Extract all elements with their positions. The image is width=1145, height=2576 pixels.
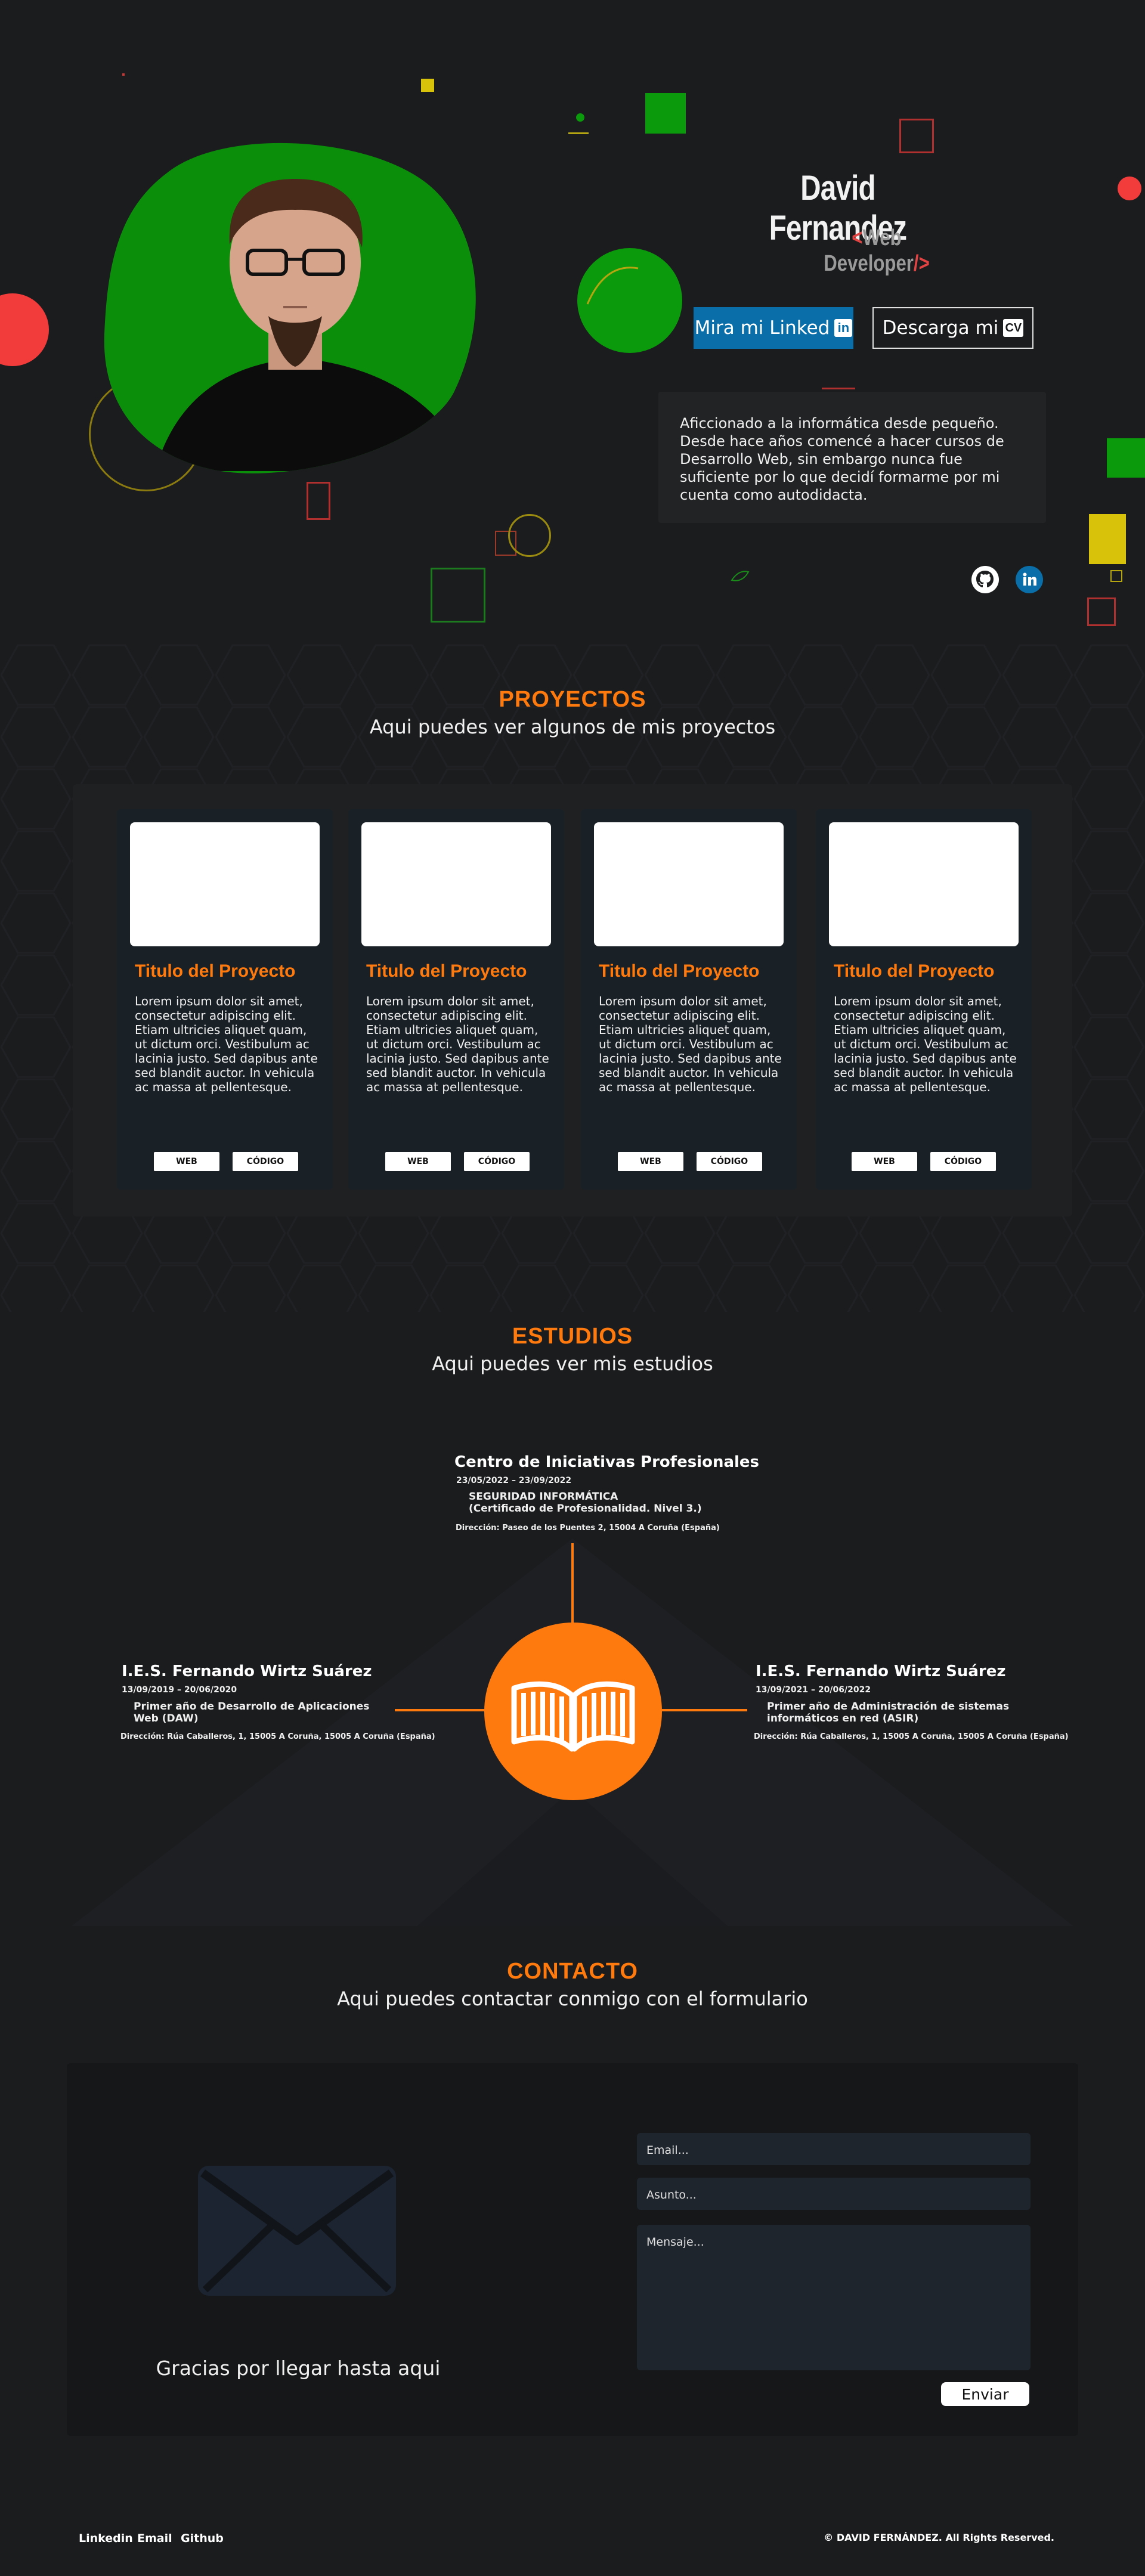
study-course-line: Primer año de Desarrollo de Aplicaciones	[134, 1701, 370, 1713]
project-description: Lorem ipsum dolor sit amet, consectetur …	[135, 994, 318, 1094]
linkedin-button-label: Mira mi Linked	[694, 317, 830, 339]
send-button[interactable]: Enviar	[941, 2382, 1029, 2406]
red-dot-decor	[1118, 177, 1141, 200]
subject-field[interactable]: Asunto...	[637, 2178, 1030, 2210]
linkedin-icon[interactable]	[1015, 565, 1044, 594]
hero-role: <Web Developer/>	[799, 225, 955, 277]
project-code-button[interactable]: CÓDIGO	[464, 1152, 530, 1171]
open-book-icon	[484, 1623, 662, 1800]
yellow-line-decor	[568, 132, 589, 134]
bio-text: Aficcionado a la informática desde peque…	[658, 392, 1046, 523]
study-course: Primer año de Desarrollo de Aplicaciones…	[134, 1701, 369, 1724]
project-description: Lorem ipsum dolor sit amet, consectetur …	[366, 994, 549, 1094]
project-web-button[interactable]: WEB	[852, 1152, 917, 1171]
red-circle-decor	[0, 293, 49, 366]
yellow-square-decor	[421, 79, 434, 92]
study-address: Dirección: Rúa Caballeros, 1, 15005 A Co…	[120, 1732, 435, 1741]
contact-subtitle: Aqui puedes contactar conmigo con el for…	[337, 1987, 808, 2010]
project-code-button[interactable]: CÓDIGO	[930, 1152, 996, 1171]
project-description: Lorem ipsum dolor sit amet, consectetur …	[599, 994, 782, 1094]
study-course: SEGURIDAD INFORMÁTICA (Certificado de Pr…	[469, 1491, 702, 1515]
project-web-button[interactable]: WEB	[385, 1152, 451, 1171]
yellow-ring-decor	[508, 514, 551, 557]
copyright: © DAVID FERNÁNDEZ. All Rights Reserved.	[824, 2532, 1054, 2543]
connector-line	[571, 1543, 574, 1624]
small-red-dot-decor	[122, 73, 125, 76]
study-date: 13/09/2021 – 20/06/2022	[756, 1685, 871, 1695]
role-text: Web Developer	[824, 225, 914, 276]
project-image	[361, 822, 551, 946]
project-code-button[interactable]: CÓDIGO	[697, 1152, 762, 1171]
connector-line	[661, 1709, 747, 1711]
footer-link-linkedin[interactable]: Linkedin	[79, 2532, 133, 2545]
green-square-decor	[645, 93, 686, 134]
project-image	[594, 822, 784, 946]
envelope-icon	[198, 2166, 396, 2296]
study-address: Dirección: Paseo de los Puentes 2, 15004…	[456, 1524, 720, 1532]
github-icon[interactable]	[971, 565, 999, 594]
red-outline-square-decor	[899, 119, 934, 153]
connector-line	[395, 1709, 485, 1711]
avatar	[104, 143, 476, 473]
project-description: Lorem ipsum dolor sit amet, consectetur …	[834, 994, 1017, 1094]
project-title: Titulo del Proyecto	[834, 961, 995, 981]
project-card: Titulo del Proyecto Lorem ipsum dolor si…	[348, 809, 564, 1190]
email-field[interactable]: Email...	[637, 2133, 1030, 2165]
download-cv-label: Descarga mi	[882, 317, 999, 339]
study-course-line: Primer año de Administración de sistemas	[767, 1701, 1010, 1713]
project-card: Titulo del Proyecto Lorem ipsum dolor si…	[816, 809, 1032, 1190]
footer-link-github[interactable]: Github	[181, 2532, 224, 2545]
project-title: Titulo del Proyecto	[135, 961, 296, 981]
yellow-outline-square-decor	[1110, 570, 1122, 582]
project-image	[829, 822, 1019, 946]
projects-subtitle: Aqui puedes ver algunos de mis proyectos	[369, 716, 776, 738]
project-title: Titulo del Proyecto	[366, 961, 527, 981]
download-cv-button[interactable]: Descarga mi CV	[872, 307, 1033, 349]
project-card: Titulo del Proyecto Lorem ipsum dolor si…	[117, 809, 333, 1190]
study-school: I.E.S. Fernando Wirtz Suárez	[756, 1662, 1006, 1680]
project-code-button[interactable]: CÓDIGO	[233, 1152, 298, 1171]
projects-title: PROYECTOS	[499, 687, 646, 712]
project-web-button[interactable]: WEB	[618, 1152, 683, 1171]
green-square-decor	[1107, 438, 1145, 478]
green-dot-decor	[576, 113, 584, 122]
study-course-line: SEGURIDAD INFORMÁTICA	[469, 1491, 618, 1503]
green-leaf-decor	[731, 571, 750, 581]
linkedin-button[interactable]: Mira mi Linked in	[694, 307, 853, 349]
project-web-button[interactable]: WEB	[154, 1152, 219, 1171]
red-outline-square-decor	[1087, 597, 1116, 626]
studies-subtitle: Aqui puedes ver mis estudios	[432, 1352, 713, 1375]
study-date: 13/09/2019 – 20/06/2020	[122, 1685, 237, 1695]
contact-title: CONTACTO	[507, 1959, 638, 1984]
role-close-bracket: />	[913, 251, 930, 276]
study-school: Centro de Iniciativas Profesionales	[454, 1453, 760, 1471]
yellow-rect-decor	[1089, 514, 1126, 564]
message-field[interactable]: Mensaje...	[637, 2225, 1030, 2370]
red-line-decor	[822, 388, 855, 389]
yellow-arc-decor	[586, 267, 639, 305]
project-image	[130, 822, 320, 946]
study-date: 23/05/2022 – 23/09/2022	[456, 1476, 572, 1485]
thanks-text: Gracias por llegar hasta aqui	[156, 2357, 441, 2380]
project-card: Titulo del Proyecto Lorem ipsum dolor si…	[581, 809, 797, 1190]
study-course-line: (Certificado de Profesionalidad. Nivel 3…	[469, 1503, 702, 1515]
study-course: Primer año de Administración de sistemas…	[767, 1701, 1009, 1724]
study-course-line: Web (DAW)	[134, 1713, 199, 1724]
footer-link-email[interactable]: Email	[137, 2532, 172, 2545]
study-address: Dirección: Rúa Caballeros, 1, 15005 A Co…	[754, 1732, 1069, 1741]
cv-icon: CV	[1003, 319, 1024, 337]
role-open-bracket: <	[852, 225, 863, 250]
study-course-line: informáticos en red (ASIR)	[767, 1713, 919, 1724]
linkedin-icon: in	[834, 319, 853, 337]
project-title: Titulo del Proyecto	[599, 961, 760, 981]
green-outline-square-decor	[431, 568, 485, 623]
studies-title: ESTUDIOS	[512, 1324, 633, 1349]
study-school: I.E.S. Fernando Wirtz Suárez	[122, 1662, 372, 1680]
hero-section: David Fernandez <Web Developer/> Mira mi…	[0, 0, 1145, 644]
